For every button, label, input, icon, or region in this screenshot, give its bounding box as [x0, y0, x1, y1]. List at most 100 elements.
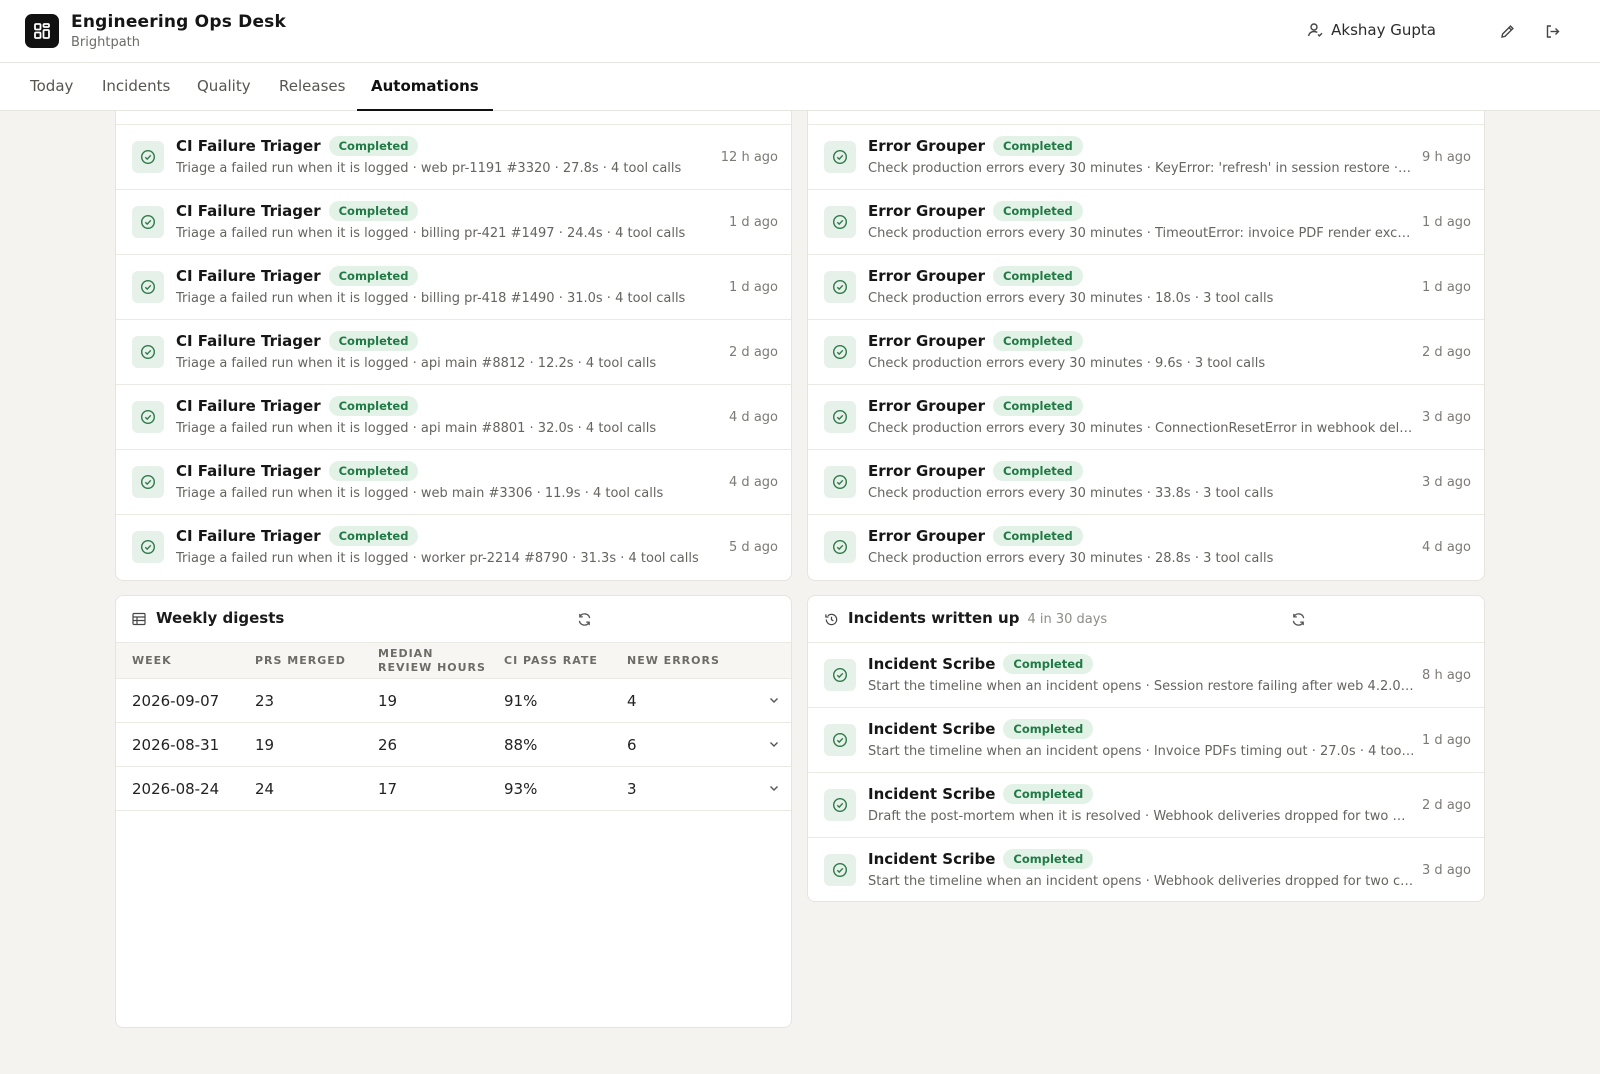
tab-today[interactable]: Today	[16, 63, 87, 111]
user-menu[interactable]: Akshay Gupta	[1307, 21, 1436, 39]
run-description: Start the timeline when an incident open…	[868, 679, 1415, 694]
run-row[interactable]: Error Grouper Completed Check production e…	[808, 319, 1484, 384]
run-timestamp: 1 d ago	[1422, 733, 1471, 748]
run-row[interactable]: Error Grouper Completed Check production e…	[808, 254, 1484, 319]
tab-automations[interactable]: Automations	[357, 63, 493, 111]
status-badge: Completed	[1003, 784, 1094, 804]
run-description: Check production errors every 30 minutes…	[868, 161, 1415, 176]
weekly-digests-panel: Weekly digests WEEK PRS MERGED MEDIAN RE…	[115, 595, 792, 1028]
run-timestamp: 4 d ago	[729, 410, 778, 425]
check-circle-icon	[824, 659, 856, 691]
cell-median-review-hours: 19	[362, 678, 488, 723]
cell-new-errors: 3	[611, 766, 734, 811]
column-header-prs-merged: PRS MERGED	[239, 642, 362, 679]
run-row[interactable]: Error Grouper Completed Check production e…	[808, 449, 1484, 514]
check-circle-icon	[132, 531, 164, 563]
user-icon	[1307, 23, 1323, 37]
app-logo-icon[interactable]	[25, 14, 59, 48]
run-row[interactable]: Error Grouper Completed Check production e…	[808, 189, 1484, 254]
run-timestamp: 2 d ago	[729, 345, 778, 360]
check-circle-icon	[824, 531, 856, 563]
run-name: Error Grouper Completed	[868, 266, 1083, 286]
cell-ci-pass-rate: 91%	[488, 678, 611, 723]
run-row[interactable]: Incident Scribe Completed Start the timeli…	[808, 707, 1484, 772]
run-name: Incident Scribe Completed	[868, 719, 1094, 739]
run-name: Error Grouper Completed	[868, 331, 1083, 351]
run-row[interactable]: CI Failure Triager Completed Triage a fail…	[116, 514, 791, 579]
check-circle-icon	[132, 206, 164, 238]
status-badge: Completed	[328, 526, 419, 546]
cell-ci-pass-rate: 93%	[488, 766, 611, 811]
run-description: Start the timeline when an incident open…	[868, 744, 1415, 759]
status-badge: Completed	[992, 201, 1083, 221]
incidents-count: 4 in 30 days	[1027, 612, 1108, 627]
run-timestamp: 3 d ago	[1422, 863, 1471, 878]
run-row[interactable]: Incident Scribe Completed Draft the post-m…	[808, 772, 1484, 837]
run-description: Triage a failed run when it is logged · …	[176, 291, 686, 306]
run-row[interactable]: CI Failure Triager Completed Triage a fail…	[116, 124, 791, 189]
run-description: Triage a failed run when it is logged · …	[176, 486, 664, 501]
run-timestamp: 2 d ago	[1422, 345, 1471, 360]
run-timestamp: 9 h ago	[1422, 150, 1471, 165]
cell-prs-merged: 24	[239, 766, 362, 811]
run-name: Error Grouper Completed	[868, 136, 1083, 156]
check-circle-icon	[824, 141, 856, 173]
run-row[interactable]: CI Failure Triager Completed Triage a fail…	[116, 319, 791, 384]
org-name: Brightpath	[71, 35, 141, 50]
run-timestamp: 4 d ago	[1422, 540, 1471, 555]
run-timestamp: 1 d ago	[1422, 215, 1471, 230]
incidents-panel: Incidents written up 4 in 30 days Inciden…	[807, 595, 1485, 902]
refresh-icon[interactable]	[577, 612, 592, 627]
table-row[interactable]: 2026-08-31 19 26 88% 6	[116, 722, 791, 767]
tab-quality[interactable]: Quality	[183, 63, 265, 111]
check-circle-icon	[824, 271, 856, 303]
tab-incidents[interactable]: Incidents	[88, 63, 184, 111]
run-description: Triage a failed run when it is logged · …	[176, 226, 686, 241]
run-row[interactable]: Error Grouper Completed Check production e…	[808, 124, 1484, 189]
check-circle-icon	[824, 401, 856, 433]
run-row[interactable]: CI Failure Triager Completed Triage a fail…	[116, 189, 791, 254]
status-badge: Completed	[992, 136, 1083, 156]
run-timestamp: 1 d ago	[729, 280, 778, 295]
chevron-down-icon[interactable]	[768, 738, 780, 750]
weekly-digests-header: Weekly digests	[116, 596, 791, 642]
run-description: Check production errors every 30 minutes…	[868, 226, 1415, 241]
run-description: Check production errors every 30 minutes…	[868, 486, 1274, 501]
weekly-digests-title: Weekly digests	[156, 609, 285, 627]
run-description: Triage a failed run when it is logged · …	[176, 356, 657, 371]
run-row[interactable]: CI Failure Triager Completed Triage a fail…	[116, 449, 791, 514]
run-description: Check production errors every 30 minutes…	[868, 291, 1274, 306]
chevron-down-icon[interactable]	[768, 694, 780, 706]
status-badge: Completed	[992, 396, 1083, 416]
status-badge: Completed	[992, 266, 1083, 286]
check-circle-icon	[824, 466, 856, 498]
refresh-icon[interactable]	[1291, 612, 1306, 627]
check-circle-icon	[824, 336, 856, 368]
run-row[interactable]: CI Failure Triager Completed Triage a fail…	[116, 384, 791, 449]
run-row[interactable]: Incident Scribe Completed Start the timeli…	[808, 642, 1484, 707]
logout-icon[interactable]	[1542, 21, 1562, 41]
tab-releases[interactable]: Releases	[265, 63, 359, 111]
cell-week: 2026-08-24	[116, 766, 239, 811]
run-description: Triage a failed run when it is logged · …	[176, 161, 682, 176]
run-row[interactable]: CI Failure Triager Completed Triage a fail…	[116, 254, 791, 319]
run-description: Check production errors every 30 minutes…	[868, 421, 1413, 436]
run-row[interactable]: Error Grouper Completed Check production e…	[808, 384, 1484, 449]
run-row[interactable]: Incident Scribe Completed Start the timeli…	[808, 837, 1484, 901]
edit-icon[interactable]	[1497, 21, 1517, 41]
table-row[interactable]: 2026-09-07 23 19 91% 4	[116, 678, 791, 723]
error-runs-panel: Error Grouper Completed Check production e…	[807, 95, 1485, 581]
table-row[interactable]: 2026-08-24 24 17 93% 3	[116, 766, 791, 811]
run-name: Error Grouper Completed	[868, 526, 1083, 546]
incidents-title: Incidents written up 4 in 30 days	[848, 609, 1108, 627]
run-row[interactable]: Error Grouper Completed Check production e…	[808, 514, 1484, 579]
check-circle-icon	[824, 206, 856, 238]
ci-runs-panel: CI Failure Triager Completed Triage a fail…	[115, 95, 792, 581]
run-timestamp: 1 d ago	[1422, 280, 1471, 295]
run-name: Error Grouper Completed	[868, 396, 1083, 416]
status-badge: Completed	[328, 396, 419, 416]
run-name: CI Failure Triager Completed	[176, 266, 419, 286]
top-bar: Engineering Ops Desk Brightpath Akshay G…	[0, 0, 1600, 63]
status-badge: Completed	[1003, 849, 1094, 869]
chevron-down-icon[interactable]	[768, 782, 780, 794]
